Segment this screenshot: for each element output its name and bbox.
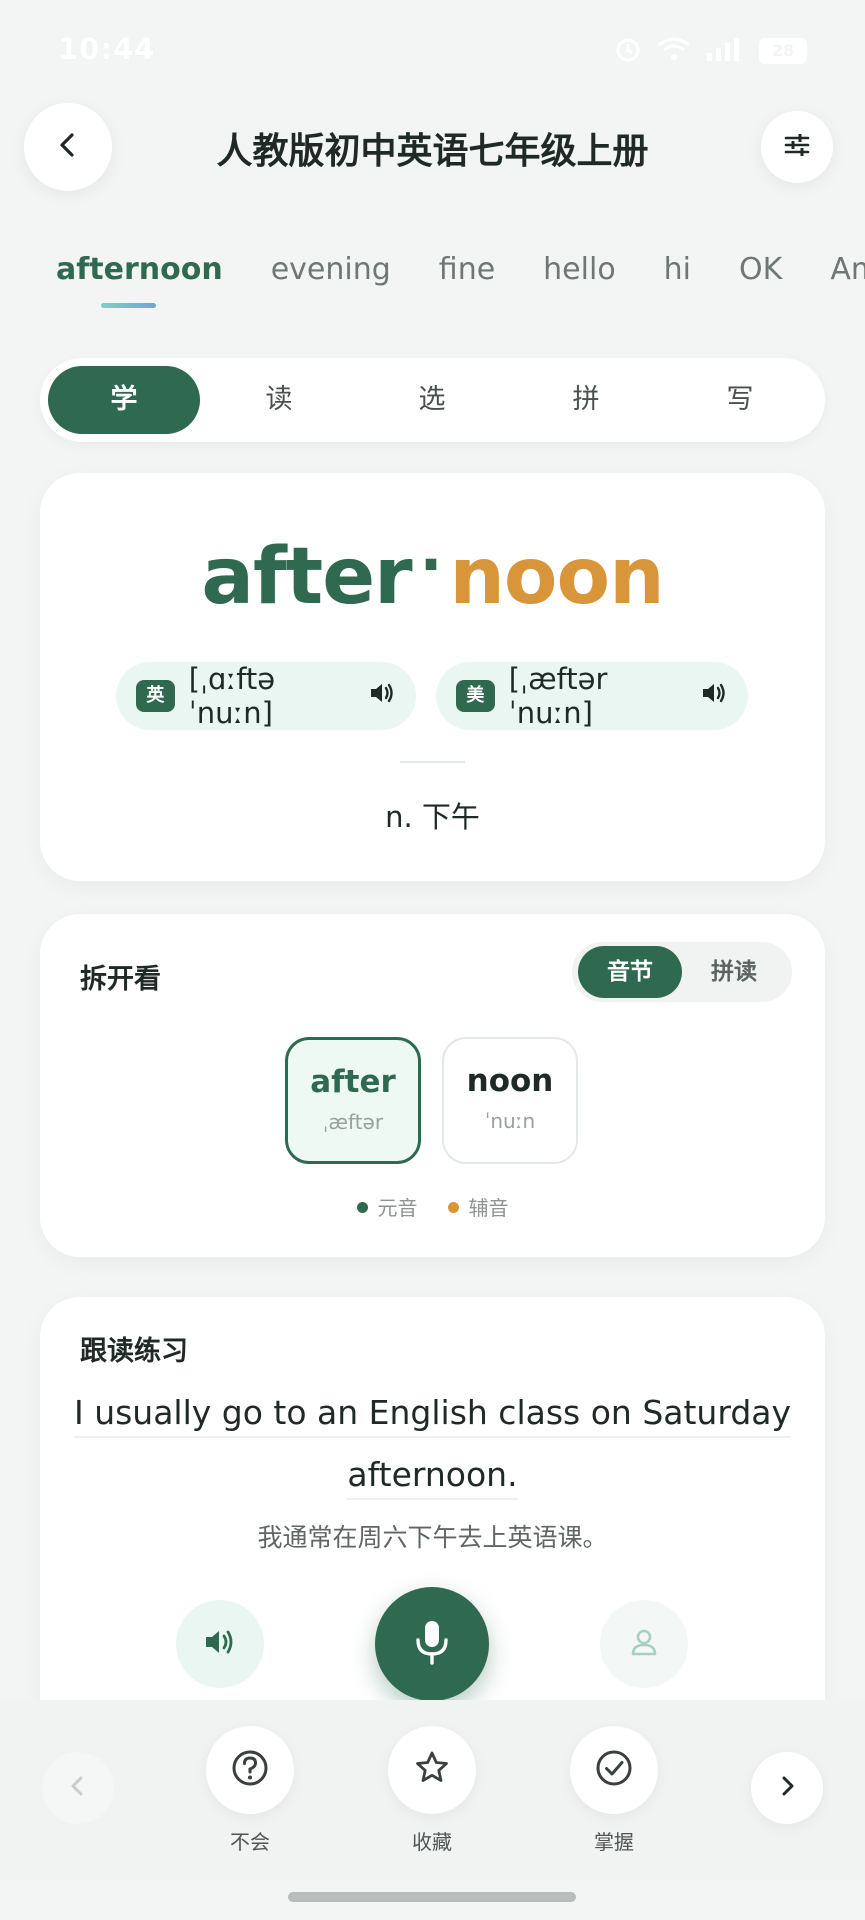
example-sentence: I usually go to an English class on Satu…	[70, 1382, 795, 1506]
dont-know-button[interactable]	[206, 1726, 294, 1814]
microphone-icon	[412, 1618, 452, 1670]
headword: after · noon	[0, 530, 865, 622]
my-recording-button[interactable]	[600, 1600, 688, 1688]
word-meaning: n. 下午	[385, 800, 480, 834]
headword-separator: ·	[419, 530, 443, 600]
word-tab-ok[interactable]: OK	[739, 252, 782, 287]
headword-part1: after	[201, 532, 412, 622]
toggle-syllable[interactable]: 音节	[578, 946, 682, 998]
syllable-ipa: ˈnuːn	[484, 1109, 536, 1133]
dont-know-label: 不会	[230, 1830, 270, 1854]
legend-dot	[447, 1202, 459, 1213]
play-sentence-button[interactable]	[176, 1600, 264, 1688]
battery-indicator: 28	[759, 38, 807, 64]
star-icon	[413, 1749, 451, 1791]
speaker-icon	[700, 679, 728, 713]
word-tab-am[interactable]: Am	[830, 252, 865, 287]
legend: 元音 辅音	[0, 1192, 865, 1221]
sliders-icon	[782, 130, 812, 164]
syllable-chip[interactable]: after ˌæftər	[285, 1037, 421, 1164]
syllable-mode-toggle: 音节 拼读	[572, 942, 792, 1002]
mastered-label: 掌握	[594, 1830, 634, 1854]
follow-read-title: 跟读练习	[80, 1336, 188, 1367]
sentence-line: afternoon.	[347, 1455, 518, 1500]
us-badge: 美	[456, 680, 495, 712]
divider	[400, 761, 465, 763]
settings-button[interactable]	[761, 111, 833, 183]
legend-dot	[356, 1202, 368, 1213]
mode-learn[interactable]: 学	[48, 366, 200, 434]
user-icon	[628, 1626, 660, 1662]
favorite-label: 收藏	[412, 1830, 452, 1854]
word-tab-fine[interactable]: fine	[439, 252, 495, 287]
chevron-right-icon	[775, 1774, 799, 1802]
next-word-button[interactable]	[751, 1752, 823, 1824]
status-icons: 28	[613, 34, 807, 68]
legend-label: 辅音	[468, 1196, 509, 1220]
signal-icon	[705, 35, 745, 67]
syllable-card-title: 拆开看	[80, 964, 161, 995]
mode-read[interactable]: 读	[203, 366, 355, 434]
active-tab-indicator	[101, 303, 156, 308]
uk-badge: 英	[136, 680, 175, 712]
word-tabs: afternoon evening fine hello hi OK Am	[56, 252, 865, 287]
uk-pronunciation-button[interactable]: 英 [ˌɑːftəˈnuːn]	[116, 662, 416, 730]
speaker-icon	[368, 679, 396, 713]
sentence-line: I usually go to an English class on Satu…	[73, 1393, 792, 1438]
word-tab-afternoon[interactable]: afternoon	[56, 252, 223, 287]
us-pronunciation-button[interactable]: 美 [ˌæftərˈnuːn]	[436, 662, 748, 730]
sentence-translation: 我通常在周六下午去上英语课。	[257, 1523, 608, 1552]
us-phonetic: [ˌæftərˈnuːn]	[508, 662, 608, 730]
favorite-button[interactable]	[388, 1726, 476, 1814]
uk-phonetic: [ˌɑːftəˈnuːn]	[188, 662, 276, 730]
mode-choose[interactable]: 选	[356, 366, 508, 434]
legend-label: 元音	[377, 1196, 418, 1220]
syllable-word: noon	[466, 1063, 554, 1099]
previous-word-button[interactable]	[42, 1752, 114, 1824]
headword-part2: noon	[449, 532, 664, 622]
page-title: 人教版初中英语七年级上册	[216, 131, 649, 172]
legend-item-vowel: 元音	[356, 1192, 418, 1221]
syllable-ipa: ˌæftər	[322, 1110, 384, 1134]
chevron-left-icon	[66, 1774, 90, 1802]
syllable-word: after	[310, 1064, 396, 1100]
status-time: 10:44	[58, 32, 156, 66]
speaker-icon	[203, 1627, 237, 1661]
wifi-icon	[657, 35, 691, 67]
question-icon	[230, 1748, 270, 1792]
word-tab-hi[interactable]: hi	[664, 252, 691, 287]
check-circle-icon	[594, 1748, 634, 1792]
mode-write[interactable]: 写	[664, 366, 816, 434]
toggle-phonics[interactable]: 拼读	[682, 946, 786, 998]
word-tab-evening[interactable]: evening	[271, 252, 391, 287]
alarm-icon	[613, 34, 643, 68]
record-button[interactable]	[375, 1587, 489, 1701]
legend-item-consonant: 辅音	[447, 1192, 509, 1221]
syllable-chip[interactable]: noon ˈnuːn	[442, 1037, 578, 1164]
home-indicator[interactable]	[288, 1892, 576, 1902]
mode-spell[interactable]: 拼	[510, 366, 662, 434]
word-tab-hello[interactable]: hello	[543, 252, 616, 287]
mastered-button[interactable]	[570, 1726, 658, 1814]
mode-selector: 学 读 选 拼 写	[40, 358, 825, 442]
